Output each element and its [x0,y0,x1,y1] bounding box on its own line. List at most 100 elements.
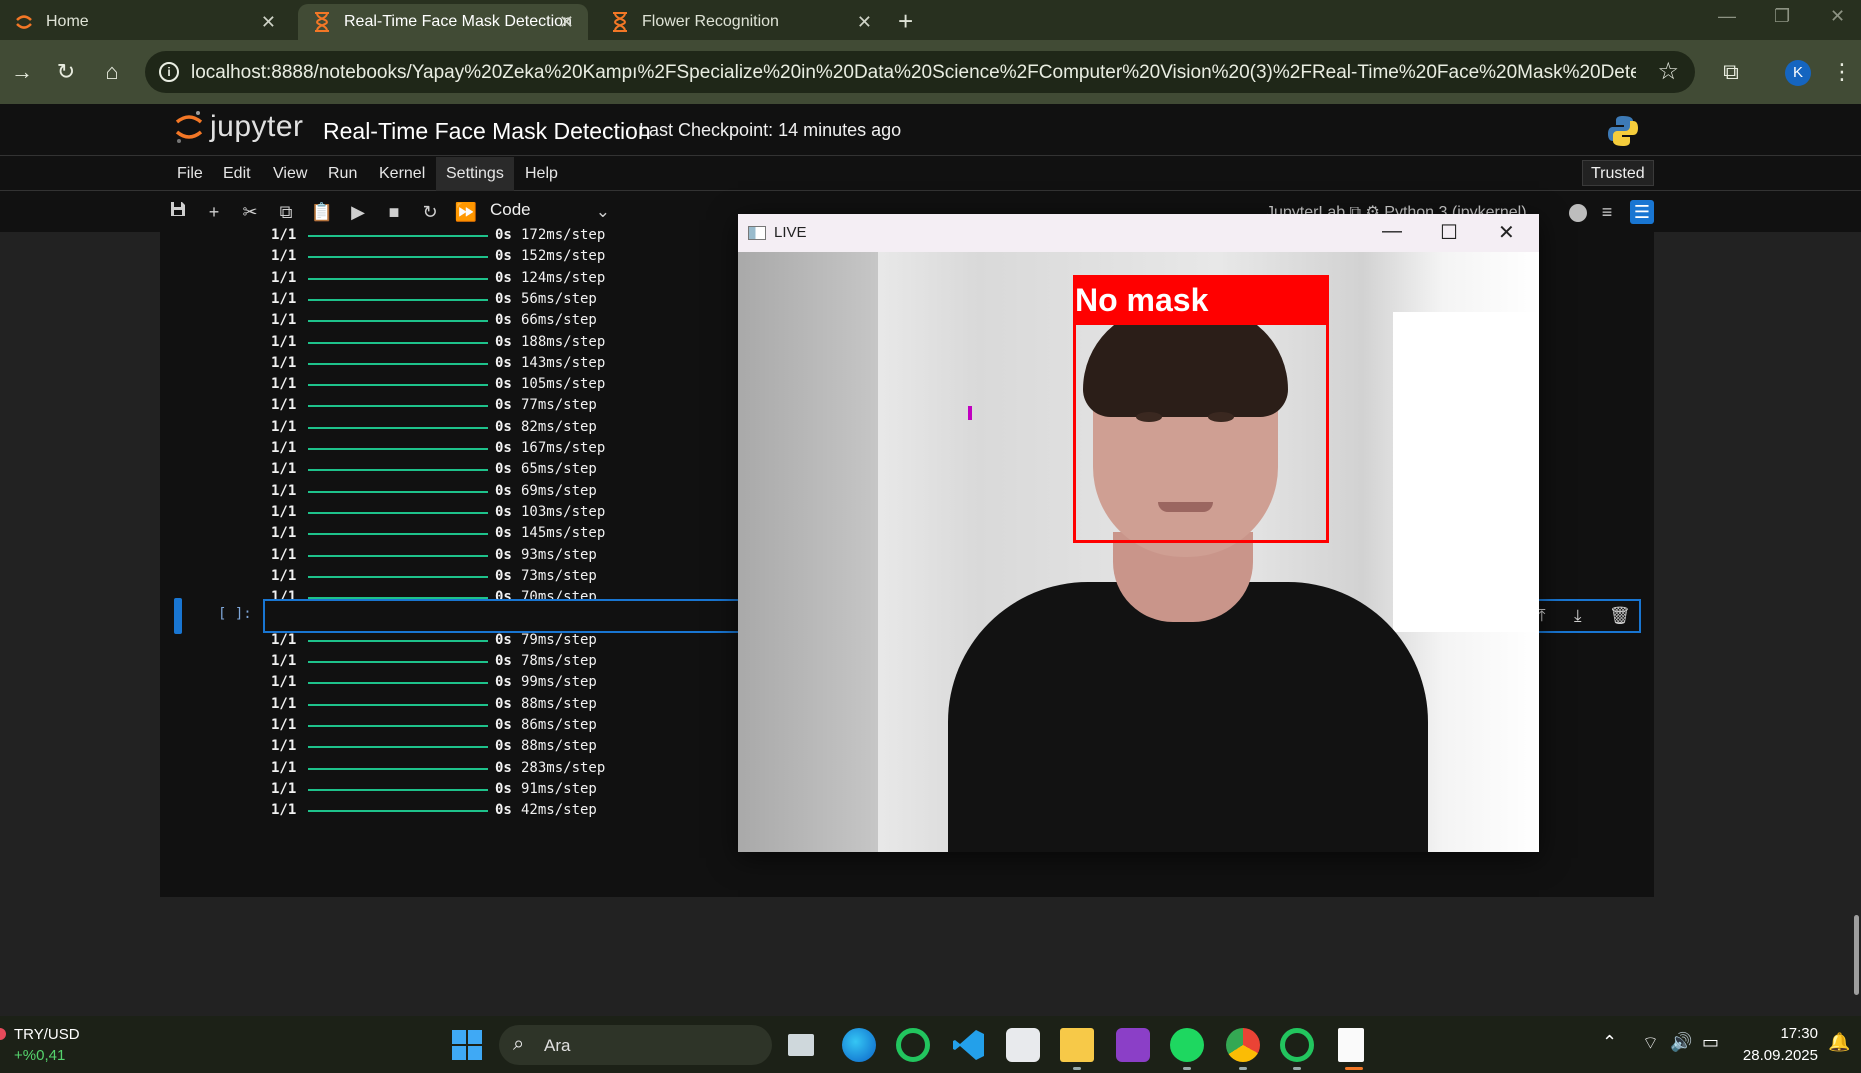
reload-icon[interactable]: ↻ [52,58,80,86]
notebook-title[interactable]: Real-Time Face Mask Detection [323,118,651,145]
close-window-icon[interactable]: ✕ [1830,6,1845,27]
progress-bar [308,277,488,280]
address-bar[interactable]: i localhost:8888/notebooks/Yapay%20Zeka%… [145,51,1695,93]
chrome-icon[interactable] [1226,1028,1260,1062]
output-line: 1/1 0s 77ms/step [271,394,771,415]
insert-above-icon[interactable]: ⤒ [1538,606,1546,626]
home-icon[interactable]: ⌂ [98,58,126,86]
tab-label: Home [46,13,89,30]
output-line: 1/1 0s 167ms/step [271,437,771,458]
vscode-icon[interactable] [952,1028,986,1062]
step-time: 65ms/step [521,461,597,478]
store-icon[interactable] [1006,1028,1040,1062]
clock-time: 17:30 [1780,1025,1818,1042]
duration: 0s [495,546,512,563]
menu-view[interactable]: View [263,157,317,191]
live-window-titlebar[interactable]: LIVE — ☐ ✕ [738,214,1539,252]
windows-start-icon[interactable] [450,1028,484,1062]
jupyter-app-icon[interactable] [896,1028,930,1062]
menu-run[interactable]: Run [318,157,367,191]
file-explorer-icon[interactable] [1060,1028,1094,1062]
scrollbar[interactable] [1853,232,1861,1016]
notification-icon[interactable]: 🔔 [1828,1032,1850,1053]
output-line: 1/1 0s 56ms/step [271,288,771,309]
tab-flower[interactable]: Flower Recognition ✕ [596,4,886,40]
edge-icon[interactable] [842,1028,876,1062]
progress-bar [308,639,488,642]
trusted-indicator[interactable]: Trusted [1582,160,1654,186]
run-icon[interactable]: ▶ [346,200,370,224]
save-icon[interactable] [166,200,190,224]
close-icon[interactable]: ✕ [1498,220,1515,245]
extensions-icon[interactable]: ⧉ [1717,58,1745,86]
output-line: 1/1 0s 88ms/step [271,693,771,714]
jupyter-logo[interactable]: jupyter [174,110,304,144]
menu-file[interactable]: File [167,157,213,191]
site-info-icon[interactable]: i [159,62,179,82]
new-tab-button[interactable]: + [898,6,913,37]
step-time: 56ms/step [521,290,597,307]
output-line: 1/1 0s 145ms/step [271,522,771,543]
add-cell-icon[interactable]: + [202,200,226,224]
close-icon[interactable]: ✕ [857,12,872,33]
jupyter-app-icon-2[interactable] [1280,1028,1314,1062]
system-clock[interactable]: 17:30 28.09.2025 [1742,1025,1818,1064]
clock-date: 28.09.2025 [1742,1047,1818,1064]
stop-icon[interactable]: ■ [382,200,406,224]
task-view-icon[interactable] [788,1034,814,1056]
batch-count: 1/1 [271,333,297,350]
profile-avatar[interactable]: K [1785,60,1811,86]
step-time: 99ms/step [521,674,597,691]
spotify-icon[interactable] [1170,1028,1204,1062]
bookmark-star-icon[interactable]: ☆ [1657,57,1679,86]
restore-icon[interactable]: ❐ [1774,6,1790,27]
wifi-icon[interactable]: ⌔ [1642,1032,1659,1055]
menu-kernel[interactable]: Kernel [369,157,435,191]
battery-icon[interactable]: ▭ [1702,1032,1719,1053]
output-line: 1/1 0s 65ms/step [271,458,771,479]
forward-icon[interactable]: → [8,58,36,86]
maximize-icon[interactable]: ☐ [1440,220,1458,245]
batch-count: 1/1 [271,482,297,499]
notepad-icon[interactable] [1338,1028,1364,1062]
onenote-icon[interactable] [1116,1028,1150,1062]
duration: 0s [495,461,512,478]
cut-icon[interactable]: ✂ [238,200,262,224]
close-icon[interactable]: ✕ [559,12,574,33]
tab-face-mask[interactable]: Real-Time Face Mask Detection ✕ [298,4,588,40]
copy-icon[interactable]: ⧉ [274,200,298,224]
active-cell-indicator [174,598,182,634]
menu-edit[interactable]: Edit [213,157,261,191]
progress-bar [308,235,488,237]
step-time: 188ms/step [521,333,606,350]
insert-below-icon[interactable]: ⤓ [1574,606,1582,626]
duration: 0s [495,290,512,307]
delete-cell-icon[interactable]: 🗑 [1609,606,1631,626]
cell-type-select[interactable]: Code ⌄ [490,200,610,226]
chevron-up-icon[interactable]: ⌃ [1602,1032,1617,1053]
running-indicator [1293,1067,1301,1070]
run-all-icon[interactable]: ⏩ [454,200,478,224]
minimize-icon[interactable]: — [1718,6,1736,27]
volume-icon[interactable]: 🔊 [1670,1032,1692,1053]
tab-home[interactable]: Home ✕ [0,4,290,40]
step-time: 69ms/step [521,482,597,499]
minimize-icon[interactable]: — [1382,220,1402,243]
output-line: 1/1 0s 66ms/step [271,309,771,330]
batch-count: 1/1 [271,653,297,669]
restart-icon[interactable]: ↻ [418,200,442,224]
paste-icon[interactable]: 📋 [310,200,334,224]
taskbar-search[interactable]: ⌕ Ara [499,1025,772,1065]
close-icon[interactable]: ✕ [261,12,276,33]
menu-help[interactable]: Help [515,157,568,191]
list-icon[interactable]: ≡ [1595,200,1619,224]
property-inspector-icon[interactable]: ☰ [1630,200,1654,224]
step-time: 152ms/step [521,248,606,265]
currency-widget[interactable]: TRY/USD +%0,41 [14,1026,80,1064]
scrollbar-thumb[interactable] [1854,915,1859,995]
menu-settings[interactable]: Settings [436,157,514,191]
live-window[interactable]: LIVE — ☐ ✕ No mask [738,214,1539,852]
output-line: 1/1 0s 99ms/step [271,671,771,692]
last-checkpoint: Last Checkpoint: 14 minutes ago [639,120,902,140]
menu-kebab-icon[interactable]: ⋮ [1828,58,1856,86]
